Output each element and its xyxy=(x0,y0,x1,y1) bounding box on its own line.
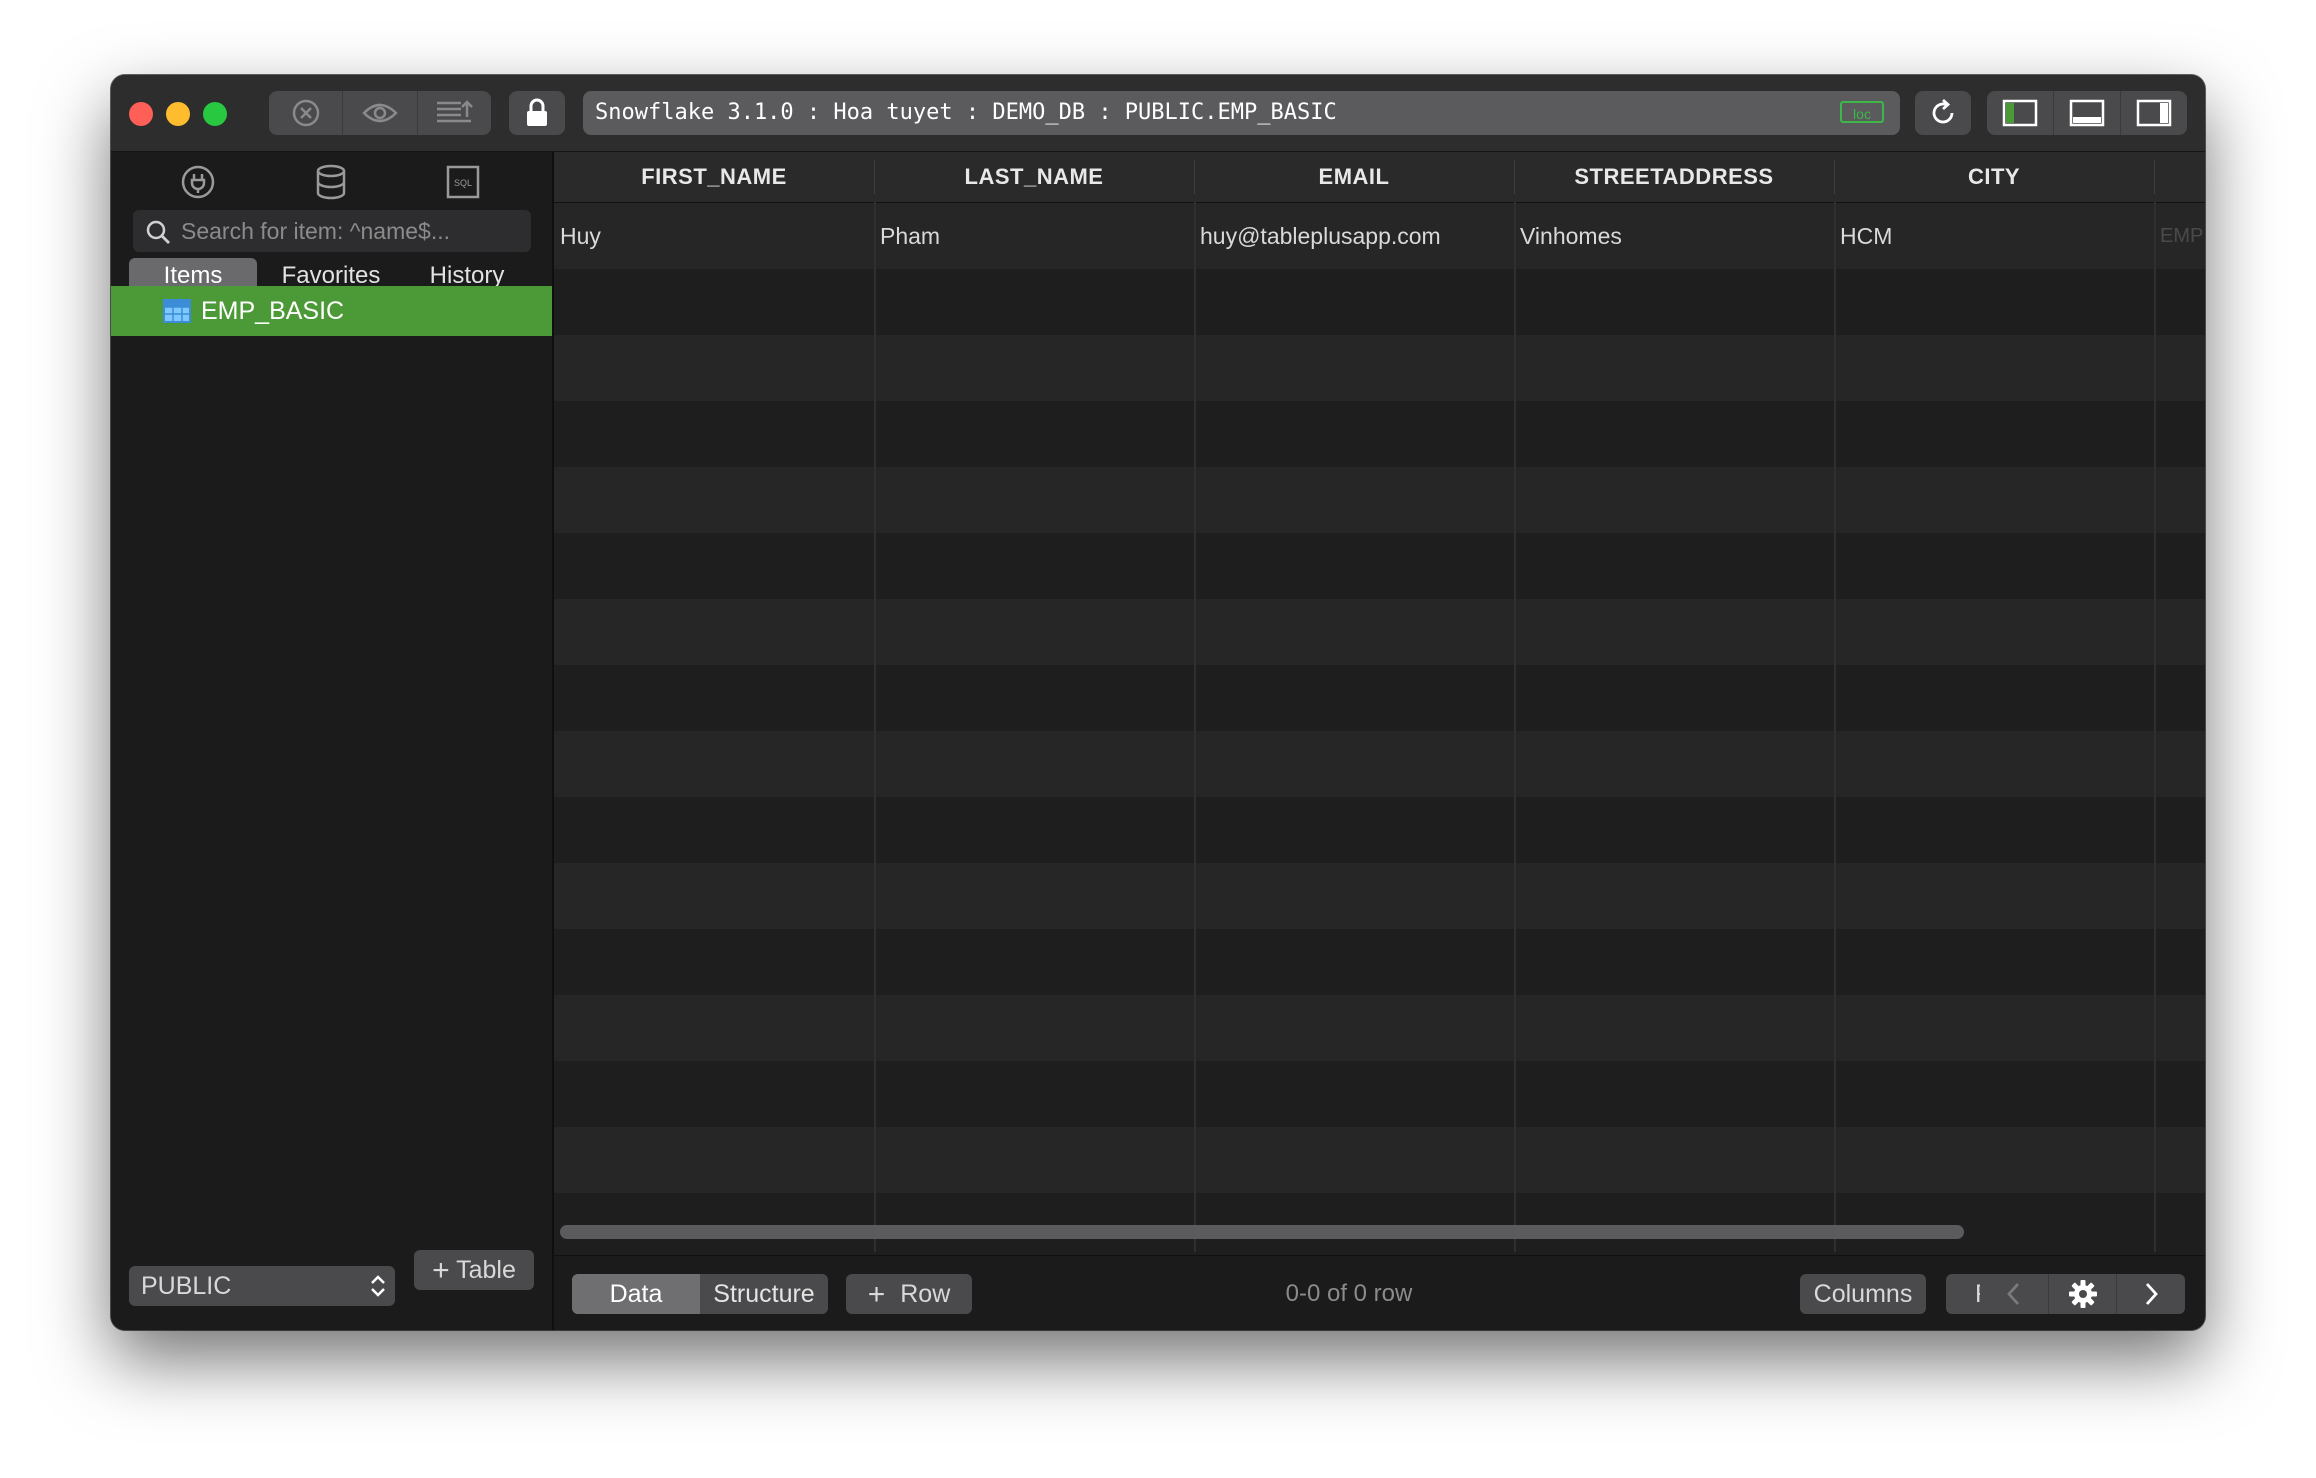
cell-city[interactable]: HCM xyxy=(1840,203,2150,269)
tab-data[interactable]: Data xyxy=(572,1274,700,1314)
toggle-right-panel-button[interactable] xyxy=(2121,91,2187,135)
database-icon xyxy=(316,164,346,200)
sidebar-item-emp-basic[interactable]: EMP_BASIC xyxy=(111,286,552,336)
view-switcher: Data Structure xyxy=(572,1274,828,1314)
chevron-left-icon xyxy=(2006,1283,2019,1305)
empty-row xyxy=(554,1127,2205,1193)
toggle-left-sidebar-button[interactable] xyxy=(1987,91,2054,135)
toolbar-group xyxy=(269,91,491,135)
cell-last-name[interactable]: Pham xyxy=(880,203,1190,269)
add-row-label: Row xyxy=(900,1280,951,1308)
maximize-window-button[interactable] xyxy=(203,102,227,126)
connections-button[interactable] xyxy=(178,162,218,202)
stop-button[interactable] xyxy=(269,91,344,135)
right-panel-icon xyxy=(2136,99,2172,127)
search-placeholder: Search for item: ^name$... xyxy=(181,218,451,244)
bottom-toolbar: Data Structure + Row 0-0 of 0 row Column… xyxy=(554,1255,2205,1330)
column-header-city[interactable]: CITY xyxy=(1834,152,2154,202)
sidebar-footer: PUBLIC + Table xyxy=(111,1250,552,1330)
empty-row xyxy=(554,665,2205,731)
empty-row xyxy=(554,467,2205,533)
empty-row xyxy=(554,731,2205,797)
empty-row xyxy=(554,533,2205,599)
bottom-panel-icon xyxy=(2069,99,2105,127)
left-panel-icon xyxy=(2002,99,2038,127)
minimize-window-button[interactable] xyxy=(166,102,190,126)
empty-row xyxy=(554,995,2205,1061)
next-page-button[interactable] xyxy=(2117,1274,2185,1314)
table-icon xyxy=(163,299,191,323)
eye-icon xyxy=(362,103,398,123)
svg-text:SQL: SQL xyxy=(454,178,472,188)
lines-upload-icon xyxy=(437,100,474,123)
table-row[interactable]: Huy Pham huy@tableplusapp.com Vinhomes H… xyxy=(554,203,2205,269)
refresh-button[interactable] xyxy=(1915,91,1971,135)
grid-header: FIRST_NAME LAST_NAME EMAIL STREETADDRESS… xyxy=(554,152,2205,203)
chevron-right-icon xyxy=(2146,1283,2159,1305)
tab-structure[interactable]: Structure xyxy=(700,1274,828,1314)
empty-row xyxy=(554,1193,2205,1252)
sql-icon: SQL xyxy=(446,165,480,199)
plug-icon xyxy=(181,165,215,199)
env-badge: loc xyxy=(1840,101,1884,123)
empty-row xyxy=(554,863,2205,929)
empty-row xyxy=(554,401,2205,467)
plus-icon: + xyxy=(867,1278,886,1311)
settings-button[interactable] xyxy=(2049,1274,2118,1314)
cell-emp[interactable]: EMP xyxy=(2160,203,2205,269)
column-header-email[interactable]: EMAIL xyxy=(1194,152,1514,202)
column-header-streetaddress[interactable]: STREETADDRESS xyxy=(1514,152,1834,202)
cell-email[interactable]: huy@tableplusapp.com xyxy=(1200,203,1510,269)
cell-streetaddress[interactable]: Vinhomes xyxy=(1520,203,1830,269)
empty-row xyxy=(554,599,2205,665)
row-count-status: 0-0 of 0 row xyxy=(1285,1280,1413,1307)
title-bar: Snowflake 3.1.0 : Hoa tuyet : DEMO_DB : … xyxy=(111,75,2205,152)
connection-path: Snowflake 3.1.0 : Hoa tuyet : DEMO_DB : … xyxy=(595,100,1337,125)
column-header-first-name[interactable]: FIRST_NAME xyxy=(554,152,874,202)
add-table-button[interactable]: + Table xyxy=(414,1250,534,1290)
schema-select[interactable]: PUBLIC xyxy=(129,1266,395,1306)
add-table-label: Table xyxy=(456,1256,516,1284)
plus-icon: + xyxy=(432,1254,450,1287)
app-window: Snowflake 3.1.0 : Hoa tuyet : DEMO_DB : … xyxy=(111,75,2205,1330)
add-row-button[interactable]: + Row xyxy=(846,1274,972,1314)
empty-row xyxy=(554,797,2205,863)
connection-address-bar[interactable]: Snowflake 3.1.0 : Hoa tuyet : DEMO_DB : … xyxy=(583,91,1900,135)
preview-button[interactable] xyxy=(343,91,418,135)
sidebar: SQL Search for item: ^name$... Items Fav… xyxy=(111,152,554,1330)
sidebar-search-input[interactable]: Search for item: ^name$... xyxy=(133,210,531,252)
layout-toggle-group xyxy=(1987,91,2187,135)
empty-row xyxy=(554,335,2205,401)
gear-icon xyxy=(2068,1280,2097,1308)
sql-query-button[interactable]: SQL xyxy=(443,162,483,202)
databases-button[interactable] xyxy=(311,162,351,202)
stop-icon xyxy=(292,99,319,127)
sidebar-item-label: EMP_BASIC xyxy=(201,297,345,325)
close-window-button[interactable] xyxy=(129,102,153,126)
horizontal-scrollbar[interactable] xyxy=(560,1225,1964,1239)
schema-select-value: PUBLIC xyxy=(141,1272,232,1300)
empty-row xyxy=(554,929,2205,995)
previous-page-button[interactable] xyxy=(1980,1274,2049,1314)
refresh-icon xyxy=(1932,98,1954,124)
columns-button[interactable]: Columns xyxy=(1800,1274,1926,1314)
data-grid: FIRST_NAME LAST_NAME EMAIL STREETADDRESS… xyxy=(554,152,2205,1252)
empty-row xyxy=(554,1061,2205,1127)
commit-button[interactable] xyxy=(418,91,491,135)
empty-row xyxy=(554,269,2205,335)
search-icon xyxy=(146,220,170,244)
lock-icon xyxy=(527,98,547,126)
pagination-controls xyxy=(1980,1274,2185,1314)
updown-chevron-icon xyxy=(371,1275,385,1297)
toggle-bottom-panel-button[interactable] xyxy=(2054,91,2121,135)
column-header-last-name[interactable]: LAST_NAME xyxy=(874,152,1194,202)
lock-button[interactable] xyxy=(509,91,565,135)
cell-first-name[interactable]: Huy xyxy=(560,203,870,269)
